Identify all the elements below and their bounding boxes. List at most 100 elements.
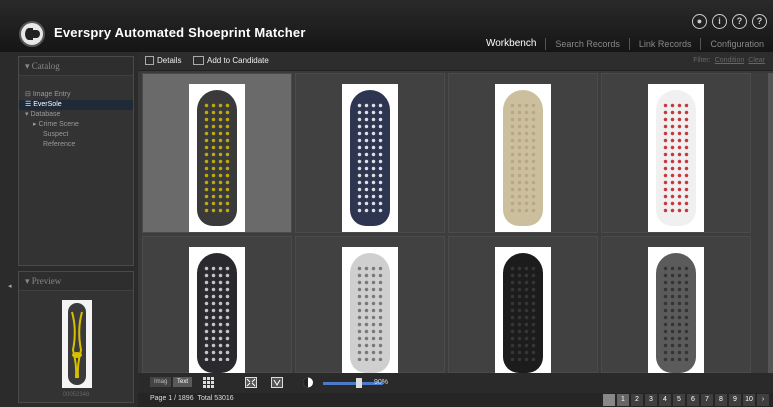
sole-outline (503, 90, 543, 226)
sole-outline (197, 253, 237, 373)
top-icon-group: ● i ? ? (692, 14, 767, 29)
app-title: Everspry Automated Shoeprint Matcher (54, 25, 306, 40)
shoeprint-thumbnail[interactable] (295, 73, 445, 233)
tread-pattern (356, 102, 384, 214)
shoeprint-image (342, 247, 398, 374)
tree-label: Suspect (43, 131, 69, 138)
details-icon (145, 56, 154, 65)
shoeprint-image (648, 247, 704, 374)
page-info: Page 1 / 1896 Total 53016 (150, 395, 234, 402)
tree-item-image-entry[interactable]: ⊟ Image Entry (19, 90, 133, 100)
shoeprint-image (189, 84, 245, 232)
prev-page-button[interactable]: ‹ (603, 394, 615, 406)
page-button[interactable]: 7 (701, 394, 713, 406)
top-navigation: Workbench Search Records Link Records Co… (477, 38, 773, 50)
page-button[interactable]: 9 (729, 394, 741, 406)
mirror-view-icon[interactable] (271, 377, 283, 388)
add-candidate-icon (193, 56, 204, 65)
page-button[interactable]: 10 (743, 394, 755, 406)
title-bar: Everspry Automated Shoeprint Matcher ● i… (0, 0, 773, 52)
contrast-icon[interactable] (302, 377, 314, 388)
preview-header-label: Preview (31, 276, 62, 286)
filter-area: Filter: Condition Clear (693, 57, 765, 64)
shoeprint-thumbnail[interactable] (142, 73, 292, 233)
add-to-candidate-button[interactable]: Add to Candidate (193, 56, 269, 65)
tree-label: Database (30, 111, 61, 118)
pagination: ‹ 1 2 3 4 5 6 7 8 9 10 › (603, 394, 769, 406)
toolbar: Details Add to Candidate Filter: Conditio… (138, 52, 773, 71)
page-button[interactable]: 2 (631, 394, 643, 406)
condition-link[interactable]: Condition (715, 57, 745, 64)
zoom-value: 90% (374, 379, 389, 386)
tree-label: Reference (43, 141, 76, 148)
tree-label: Crime Scene (38, 121, 79, 128)
help-icon[interactable]: ? (732, 14, 747, 29)
total-count: Total 53016 (197, 395, 234, 402)
clear-link[interactable]: Clear (748, 57, 765, 64)
catalog-header[interactable]: ▾ Catalog (19, 57, 133, 76)
tree-item-reference[interactable]: Reference (19, 140, 133, 150)
zoom-slider-handle[interactable] (356, 378, 362, 388)
user-icon[interactable]: ● (692, 14, 707, 29)
shoeprint-image (648, 84, 704, 232)
shoeprint-thumbnail[interactable] (601, 73, 751, 233)
tree-item-suspect[interactable]: Suspect (19, 130, 133, 140)
sole-outline (197, 90, 237, 226)
tree-label: Image Entry (32, 91, 71, 98)
tread-pattern (203, 265, 231, 361)
tree-item-database[interactable]: ▾ Database (19, 110, 133, 120)
tread-pattern (203, 102, 231, 214)
tree-item-eversole[interactable]: ☰ EverSole (19, 100, 133, 110)
view-controls-bar: Imag Text 90% (138, 373, 773, 393)
page-button[interactable]: 3 (645, 394, 657, 406)
page-button[interactable]: 5 (673, 394, 685, 406)
shoeprint-thumbnail[interactable] (295, 236, 445, 374)
page-count: Page 1 / 1896 (150, 395, 194, 402)
page-button[interactable]: 1 (617, 394, 629, 406)
tread-pattern (662, 265, 690, 361)
shoeprint-image (189, 247, 245, 374)
sole-outline (503, 253, 543, 373)
preview-image (62, 300, 92, 388)
collapse-handle-icon[interactable]: ◂ (8, 282, 12, 290)
sole-outline (350, 90, 390, 226)
shoeprint-image (495, 84, 551, 232)
page-button[interactable]: 4 (659, 394, 671, 406)
tree-label: EverSole (33, 101, 62, 108)
sole-outline (350, 253, 390, 373)
catalog-panel: ▾ Catalog ⊟ Image Entry ☰ EverSole ▾ Dat… (18, 56, 134, 266)
shoeprint-thumbnail[interactable] (601, 236, 751, 374)
page-button[interactable]: 6 (687, 394, 699, 406)
tread-pattern (356, 265, 384, 361)
catalog-header-label: Catalog (31, 61, 60, 71)
next-page-button[interactable]: › (757, 394, 769, 406)
sole-outline (656, 90, 696, 226)
left-panel: ◂ ▾ Catalog ⊟ Image Entry ☰ EverSole ▾ D… (0, 52, 138, 407)
sole-outline (656, 253, 696, 373)
page-button[interactable]: 8 (715, 394, 727, 406)
grid-scrollbar[interactable] (768, 73, 773, 373)
nav-workbench[interactable]: Workbench (477, 38, 545, 50)
nav-link-records[interactable]: Link Records (628, 38, 701, 50)
filter-label: Filter: (693, 57, 711, 64)
nav-configuration[interactable]: Configuration (700, 38, 773, 50)
shoeprint-image (495, 247, 551, 374)
preview-header[interactable]: ▾ Preview (19, 272, 133, 291)
info-icon[interactable]: i (712, 14, 727, 29)
shoeprint-grid (142, 73, 768, 374)
shoeprint-thumbnail[interactable] (448, 73, 598, 233)
preview-caption: 00052348 (62, 392, 90, 398)
tree-item-crime-scene[interactable]: ▸ Crime Scene (19, 120, 133, 130)
image-mode-button[interactable]: Imag (150, 377, 172, 387)
nav-search-records[interactable]: Search Records (545, 38, 629, 50)
fit-view-icon[interactable] (245, 377, 257, 388)
details-button[interactable]: Details (145, 56, 181, 65)
tread-pattern (509, 265, 537, 361)
details-label: Details (157, 56, 182, 65)
shoeprint-thumbnail[interactable] (448, 236, 598, 374)
text-mode-button[interactable]: Text (173, 377, 193, 387)
shoeprint-thumbnail[interactable] (142, 236, 292, 374)
preview-panel: ▾ Preview 00052348 (18, 271, 134, 403)
grid-view-icon[interactable] (203, 377, 215, 388)
question-icon[interactable]: ? (752, 14, 767, 29)
